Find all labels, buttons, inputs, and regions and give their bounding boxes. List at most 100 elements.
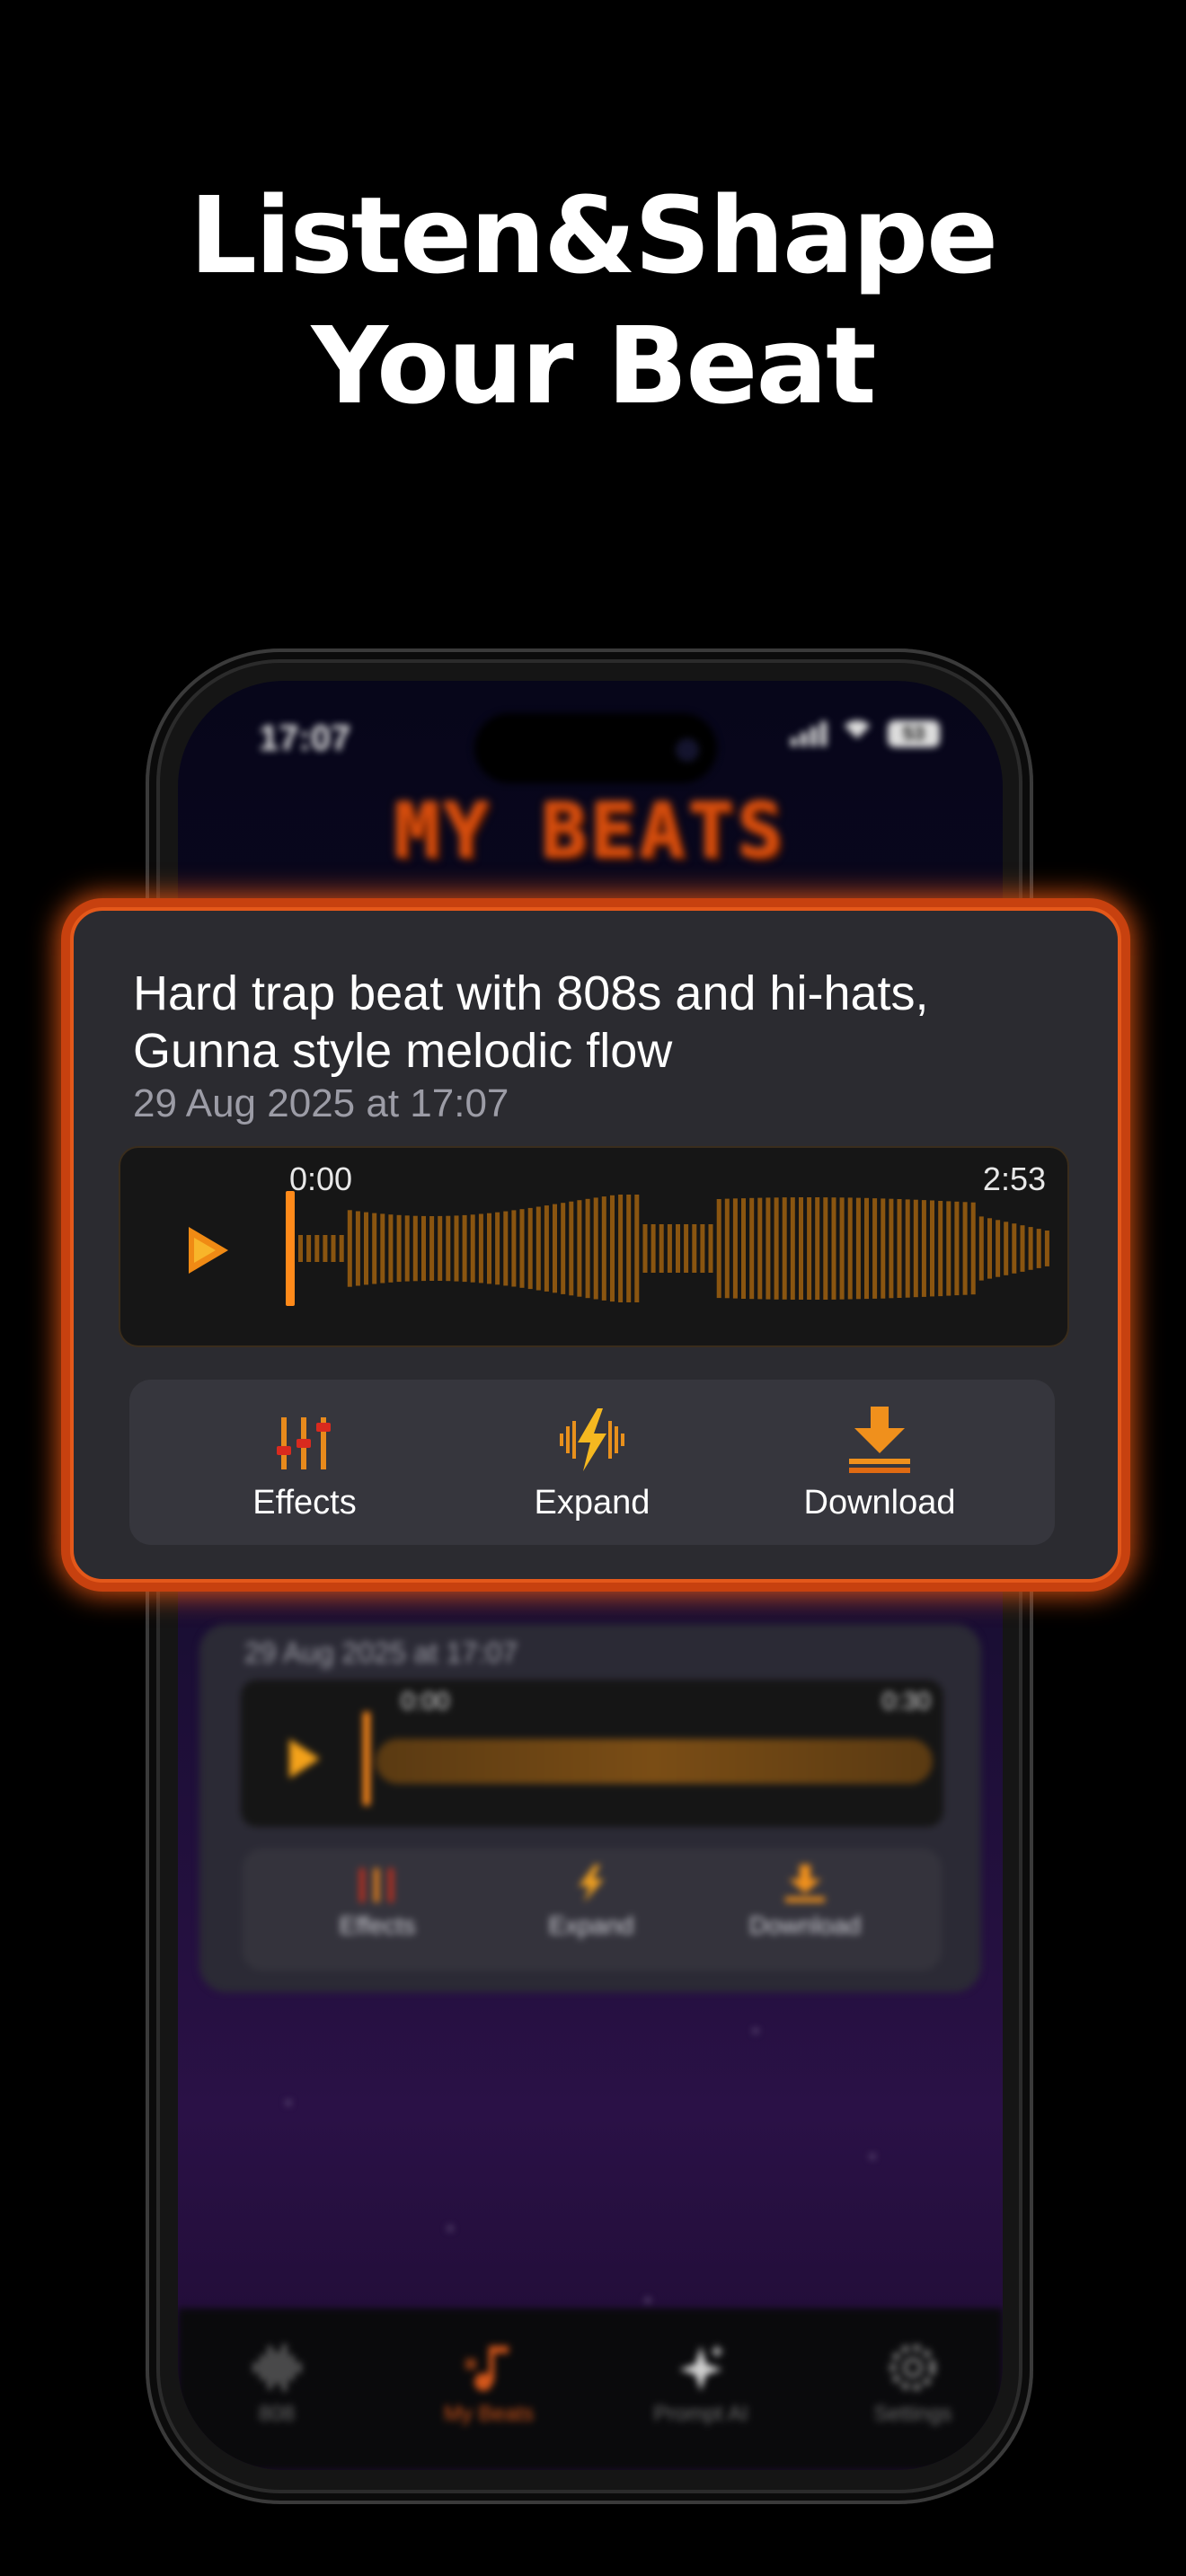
headline-line-1: Listen&Shape: [189, 173, 998, 297]
waveform-bar: [930, 1200, 934, 1297]
sparkles-icon: [674, 2341, 728, 2395]
waveform-bar: [446, 1215, 451, 1282]
waveform-bar: [306, 1235, 312, 1262]
total-time: 2:53: [982, 1160, 1046, 1197]
waveform-bar: [807, 1197, 812, 1300]
waveform-bar: [1044, 1231, 1049, 1266]
waveform-bar: [421, 1215, 426, 1282]
waveform-bar: [839, 1197, 845, 1300]
waveform-bar: [380, 1213, 385, 1284]
waveform-bar: [347, 1210, 352, 1287]
waveform-icon: [250, 2341, 304, 2395]
tab-my-beats[interactable]: My Beats: [399, 2341, 579, 2427]
tab-label: My Beats: [443, 2402, 535, 2426]
audio-player: 0:00 2:53: [119, 1146, 1069, 1347]
waveform-bar: [454, 1215, 459, 1282]
waveform-bar: [774, 1197, 779, 1300]
expand-button[interactable]: Expand: [484, 1403, 700, 1522]
waveform-bar: [1012, 1223, 1017, 1274]
cellular-signal-icon: [791, 721, 827, 746]
waveform-bar: [527, 1207, 533, 1290]
app-title: MY BEATS: [394, 787, 787, 875]
tab-label: Settings: [873, 2402, 952, 2426]
tab-prompt-ai[interactable]: Prompt AI: [611, 2341, 791, 2427]
download-button[interactable]: Download: [715, 1911, 895, 1940]
effects-label: Effects: [252, 1484, 357, 1522]
waveform-bar: [815, 1197, 820, 1300]
waveform-bar: [601, 1196, 606, 1301]
waveform-bar: [732, 1198, 738, 1299]
waveform-bar: [314, 1235, 320, 1262]
waveform-bar: [593, 1197, 598, 1300]
waveform-bar: [544, 1205, 549, 1292]
waveform-bar: [610, 1195, 615, 1302]
tab-808[interactable]: 808: [187, 2341, 367, 2427]
beat-date: 29 Aug 2025 at 17:07: [244, 1636, 518, 1669]
waveform-bar: [872, 1198, 878, 1299]
waveform-bar: [724, 1198, 730, 1299]
waveform-bar: [651, 1224, 656, 1273]
download-arrow-icon: [778, 1863, 832, 1904]
waveform-bar: [889, 1198, 894, 1299]
waveform[interactable]: [376, 1739, 933, 1784]
waveform-bar: [716, 1199, 721, 1299]
beat-card-highlighted[interactable]: Hard trap beat with 808s and hi-hats, Gu…: [70, 907, 1121, 1583]
waveform-bar: [478, 1213, 483, 1284]
waveform-bar: [404, 1215, 410, 1282]
waveform-bar: [355, 1211, 360, 1286]
gear-icon: [886, 2341, 940, 2395]
waveform-bar: [388, 1214, 394, 1283]
lightning-wave-icon: [564, 1863, 618, 1904]
waveform-bar: [855, 1197, 861, 1300]
front-camera: [676, 738, 699, 762]
playhead[interactable]: [286, 1191, 295, 1306]
waveform-bar: [487, 1213, 491, 1284]
waveform-bar: [503, 1211, 509, 1286]
waveform[interactable]: [298, 1195, 1053, 1302]
waveform-bar: [692, 1224, 697, 1273]
beat-date: 29 Aug 2025 at 17:07: [133, 1081, 509, 1125]
effects-button[interactable]: Effects: [288, 1911, 467, 1940]
waveform-bar: [938, 1201, 943, 1297]
waveform-bar: [642, 1224, 648, 1273]
audio-player: 0:00 0:30: [241, 1680, 943, 1827]
waveform-bar: [799, 1197, 803, 1300]
waveform-bar: [708, 1224, 713, 1273]
tab-label: Prompt AI: [653, 2402, 748, 2426]
beat-actions: Effects Expand Download: [129, 1380, 1055, 1545]
waveform-bar: [996, 1220, 1001, 1277]
waveform-bar: [634, 1195, 640, 1302]
waveform-bar: [676, 1224, 680, 1273]
tab-label: 808: [258, 2402, 296, 2426]
waveform-bar: [946, 1201, 951, 1296]
waveform-bar: [667, 1224, 672, 1273]
waveform-bar: [511, 1210, 517, 1287]
play-icon: [189, 1227, 228, 1274]
waveform-bar: [741, 1198, 746, 1299]
waveform-bar: [987, 1218, 992, 1279]
headline-line-2: Your Beat: [311, 304, 877, 428]
promo-headline: Listen&Shape Your Beat: [0, 171, 1186, 431]
waveform-bar: [766, 1197, 771, 1300]
waveform-bar: [954, 1201, 960, 1296]
wifi-icon: [839, 720, 875, 756]
tab-bar: 808 My Beats Prompt AI Settings: [178, 2308, 1003, 2470]
play-button[interactable]: [183, 1225, 234, 1275]
playhead[interactable]: [363, 1712, 370, 1805]
play-icon[interactable]: [289, 1739, 320, 1778]
equalizer-sliders-icon: [269, 1403, 341, 1475]
waveform-bar: [577, 1200, 582, 1297]
expand-button[interactable]: Expand: [501, 1911, 681, 1940]
waveform-bar: [864, 1197, 869, 1300]
waveform-bar: [470, 1214, 475, 1283]
waveform-bar: [396, 1214, 402, 1283]
beat-actions: Effects Expand Download: [243, 1848, 942, 1971]
effects-button[interactable]: Effects: [197, 1403, 412, 1522]
waveform-bar: [364, 1212, 368, 1285]
waveform-bar: [372, 1213, 377, 1284]
waveform-bar: [790, 1197, 795, 1300]
tab-settings[interactable]: Settings: [823, 2341, 1003, 2427]
waveform-bar: [962, 1202, 968, 1295]
waveform-bar: [561, 1203, 566, 1294]
download-button[interactable]: Download: [772, 1403, 987, 1522]
